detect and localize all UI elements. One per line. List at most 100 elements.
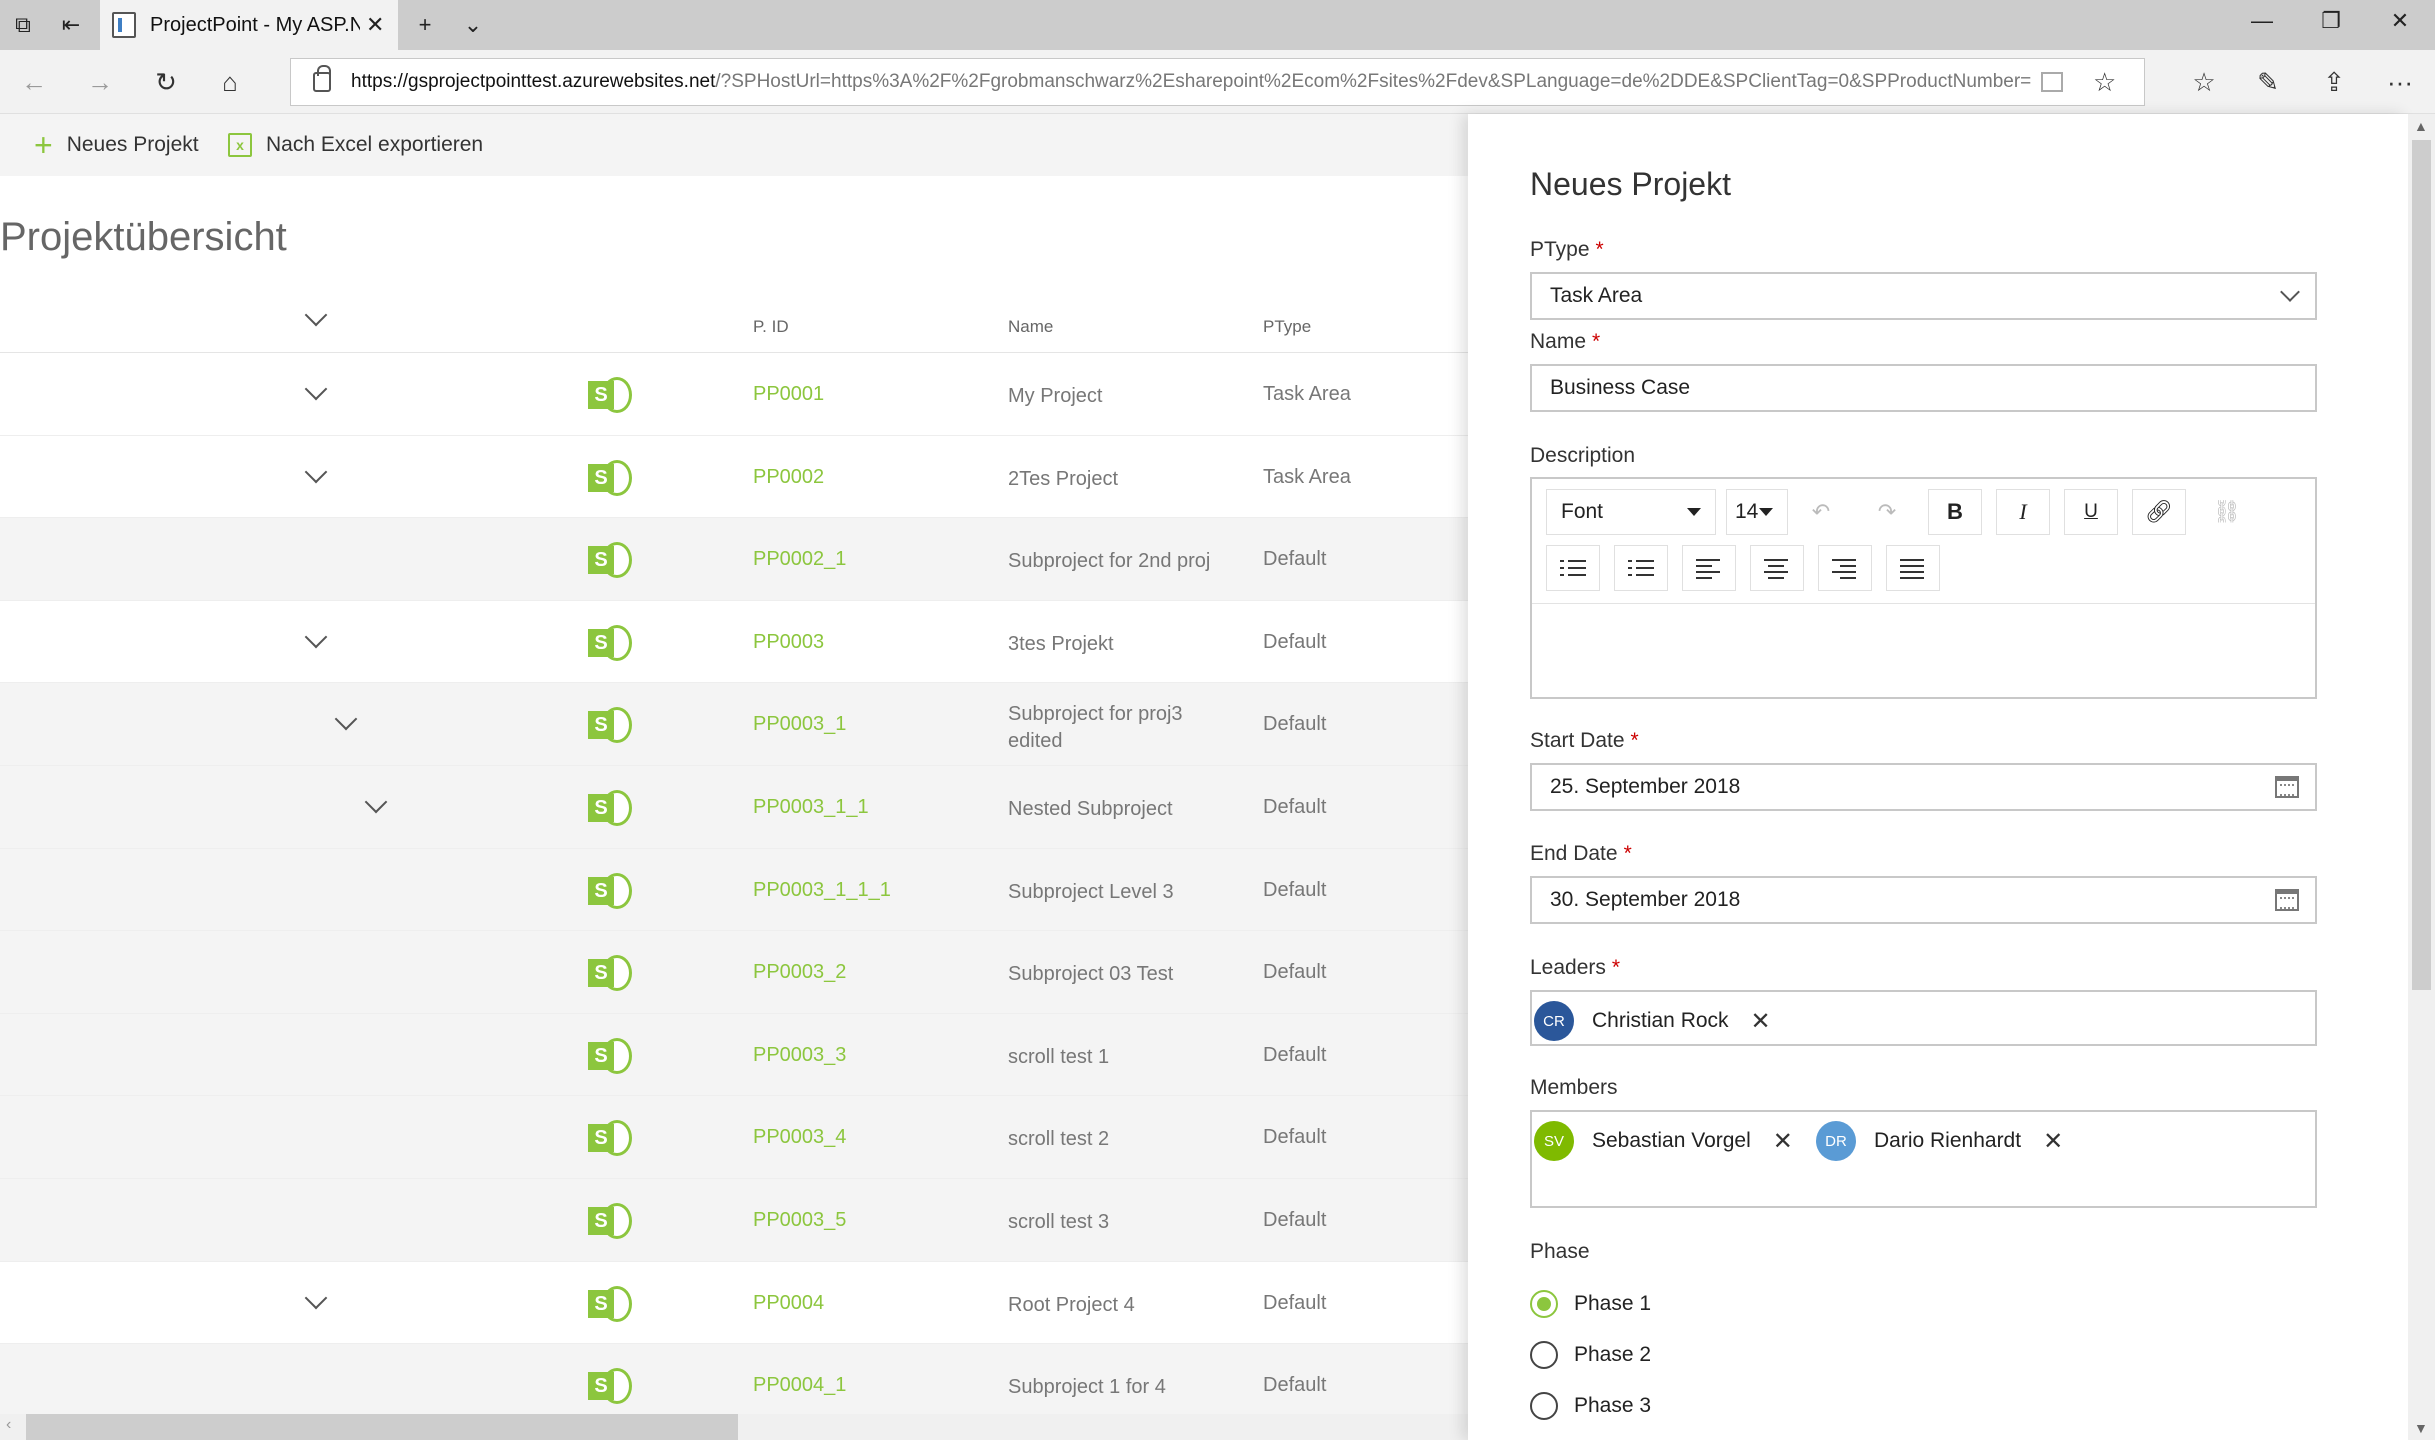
align-left-icon[interactable] <box>1682 545 1736 591</box>
scroll-down-icon[interactable]: ▼ <box>2414 1420 2428 1436</box>
bullet-list-icon[interactable] <box>1546 545 1600 591</box>
table-row[interactable]: S PP0003_1_1 Nested Subproject Default <box>0 765 1468 849</box>
link-icon[interactable]: 🔗︎ <box>2132 489 2186 535</box>
phase-1-radio[interactable]: Phase 1 <box>1530 1290 1651 1318</box>
tabs-icon[interactable]: ⧉ <box>8 10 38 40</box>
table-row[interactable]: S PP0003 3tes Projekt Default <box>0 601 1468 684</box>
back-tab-icon[interactable]: ⇤ <box>56 10 86 40</box>
reading-view-icon[interactable] <box>2041 72 2063 92</box>
members-picker[interactable]: SV Sebastian Vorgel ✕ DR Dario Rienhardt… <box>1530 1110 2317 1208</box>
calendar-icon[interactable] <box>2275 889 2299 911</box>
tab-list-icon[interactable]: ⌄ <box>458 10 488 40</box>
collapse-all-chevron-icon[interactable] <box>302 305 332 335</box>
table-row[interactable]: S PP0004 Root Project 4 Default <box>0 1262 1468 1345</box>
leaders-picker[interactable]: CR Christian Rock ✕ <box>1530 990 2317 1046</box>
table-row[interactable]: S PP0003_3 scroll test 1 Default <box>0 1013 1468 1097</box>
horizontal-scrollbar[interactable]: ‹ <box>0 1414 1468 1440</box>
project-id-link[interactable]: PP0003_3 <box>753 1044 846 1067</box>
back-icon[interactable]: ← <box>16 64 52 100</box>
redo-icon[interactable]: ↷ <box>1860 489 1914 535</box>
export-excel-button[interactable]: x Nach Excel exportieren <box>228 114 483 176</box>
remove-icon[interactable]: ✕ <box>1751 1007 1771 1036</box>
home-icon[interactable]: ⌂ <box>212 64 248 100</box>
header-name[interactable]: Name <box>1008 317 1053 337</box>
project-id-link[interactable]: PP0003_2 <box>753 961 846 984</box>
table-row[interactable]: S PP0003_5 scroll test 3 Default <box>0 1178 1468 1262</box>
phase-3-radio[interactable]: Phase 3 <box>1530 1392 1651 1420</box>
favorites-icon[interactable]: ☆ <box>2186 64 2222 100</box>
expand-chevron-icon[interactable] <box>332 709 362 739</box>
description-editor[interactable]: Font 14 ↶ ↷ B I U 🔗︎ ⛓ <box>1530 477 2317 699</box>
unlink-icon[interactable]: ⛓ <box>2200 489 2254 535</box>
scroll-left-icon[interactable]: ‹ <box>6 1416 11 1434</box>
expand-chevron-icon[interactable] <box>302 1288 332 1318</box>
name-input[interactable]: Business Case <box>1530 364 2317 412</box>
close-window-icon[interactable]: ✕ <box>2380 8 2420 34</box>
header-ptype[interactable]: PType <box>1263 317 1311 337</box>
new-project-button[interactable]: + Neues Projekt <box>34 114 199 176</box>
project-id-link[interactable]: PP0003_1 <box>753 713 846 736</box>
person-chip[interactable]: DR Dario Rienhardt ✕ <box>1816 1118 2064 1164</box>
font-size-dropdown[interactable]: 14 <box>1726 489 1788 535</box>
pen-icon[interactable]: ✎ <box>2250 64 2286 100</box>
person-chip[interactable]: CR Christian Rock ✕ <box>1534 998 1771 1044</box>
table-row[interactable]: S PP0003_2 Subproject 03 Test Default <box>0 931 1468 1014</box>
table-row[interactable]: S PP0002 2Tes Project Task Area <box>0 436 1468 519</box>
project-id-link[interactable]: PP0003_1_1_1 <box>753 879 891 902</box>
project-id-link[interactable]: PP0003_1_1 <box>753 796 869 819</box>
align-right-icon[interactable] <box>1818 545 1872 591</box>
project-name: 3tes Projekt <box>1008 632 1114 655</box>
refresh-icon[interactable]: ↻ <box>148 64 184 100</box>
table-row[interactable]: S PP0003_1 Subproject for proj3 edited D… <box>0 683 1468 766</box>
expand-chevron-icon[interactable] <box>302 462 332 492</box>
more-icon[interactable]: ··· <box>2382 64 2418 100</box>
project-id-link[interactable]: PP0003_5 <box>753 1209 846 1232</box>
table-row[interactable]: S PP0002_1 Subproject for 2nd proj Defau… <box>0 518 1468 601</box>
phase-2-radio[interactable]: Phase 2 <box>1530 1341 1651 1369</box>
table-row[interactable]: S PP0003_1_1_1 Subproject Level 3 Defaul… <box>0 848 1468 932</box>
undo-icon[interactable]: ↶ <box>1794 489 1848 535</box>
expand-chevron-icon[interactable] <box>302 627 332 657</box>
remove-icon[interactable]: ✕ <box>2043 1127 2063 1156</box>
numbered-list-icon[interactable] <box>1614 545 1668 591</box>
project-id-link[interactable]: PP0002 <box>753 466 824 489</box>
end-date-picker[interactable]: 30. September 2018 <box>1530 876 2317 924</box>
minimize-icon[interactable]: — <box>2242 8 2282 34</box>
ptype-dropdown[interactable]: Task Area <box>1530 272 2317 320</box>
project-id-link[interactable]: PP0004_1 <box>753 1374 846 1397</box>
scroll-up-icon[interactable]: ▲ <box>2414 118 2428 134</box>
table-row[interactable]: S PP0001 My Project Task Area <box>0 353 1468 436</box>
table-row[interactable]: S PP0003_4 scroll test 2 Default <box>0 1096 1468 1179</box>
start-date-picker[interactable]: 25. September 2018 <box>1530 763 2317 811</box>
align-center-icon[interactable] <box>1750 545 1804 591</box>
project-id-link[interactable]: PP0001 <box>753 383 824 406</box>
calendar-icon[interactable] <box>2275 776 2299 798</box>
project-id-link[interactable]: PP0003 <box>753 631 824 654</box>
vertical-scrollbar[interactable]: ▲ ▼ <box>2408 114 2435 1440</box>
restore-icon[interactable]: ❐ <box>2311 8 2351 34</box>
expand-chevron-icon[interactable] <box>302 379 332 409</box>
underline-button[interactable]: U <box>2064 489 2118 535</box>
scrollbar-thumb[interactable] <box>26 1414 738 1440</box>
new-tab-icon[interactable]: + <box>410 10 440 40</box>
project-id-link[interactable]: PP0002_1 <box>753 548 846 571</box>
project-id-link[interactable]: PP0004 <box>753 1292 824 1315</box>
justify-icon[interactable] <box>1886 545 1940 591</box>
browser-tab[interactable]: ProjectPoint - My ASP.N ✕ <box>100 0 398 50</box>
share-icon[interactable]: ⇪ <box>2316 64 2352 100</box>
url-field[interactable]: https://gsprojectpointtest.azurewebsites… <box>290 58 2145 106</box>
scrollbar-thumb[interactable] <box>2412 140 2431 990</box>
favorite-star-icon[interactable]: ☆ <box>2093 67 2116 98</box>
phase-option-label: Phase 2 <box>1574 1343 1652 1366</box>
project-id-link[interactable]: PP0003_4 <box>753 1126 846 1149</box>
italic-button[interactable]: I <box>1996 489 2050 535</box>
command-bar: + Neues Projekt x Nach Excel exportieren <box>0 114 1468 176</box>
forward-icon[interactable]: → <box>82 64 118 100</box>
close-icon[interactable]: ✕ <box>366 12 384 38</box>
expand-chevron-icon[interactable] <box>362 792 392 822</box>
font-dropdown[interactable]: Font <box>1546 489 1716 535</box>
remove-icon[interactable]: ✕ <box>1773 1127 1793 1156</box>
bold-button[interactable]: B <box>1928 489 1982 535</box>
person-chip[interactable]: SV Sebastian Vorgel ✕ <box>1534 1118 1793 1164</box>
header-pid[interactable]: P. ID <box>753 317 789 337</box>
